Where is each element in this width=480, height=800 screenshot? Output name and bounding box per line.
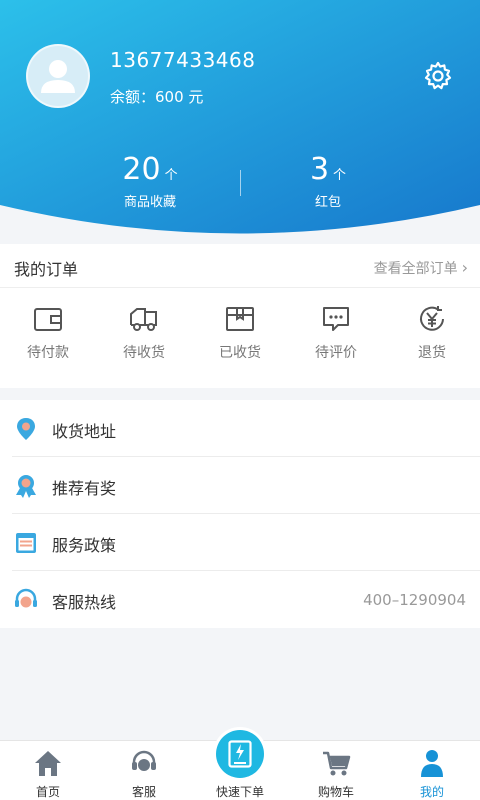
tab-me-label: 我的 (419, 785, 444, 799)
order-received[interactable]: 已收货 (192, 304, 288, 362)
quick-order-button[interactable] (216, 730, 264, 778)
order-pending-payment[interactable]: 待付款 (0, 304, 96, 362)
user-phone: 13677433468 (110, 48, 256, 72)
user-balance: 余额：600 元 (110, 88, 204, 106)
favorites-count: 20 (122, 152, 161, 187)
header-background (0, 0, 480, 234)
tab-cart-label: 购物车 (317, 785, 354, 799)
wallet-icon (34, 308, 62, 331)
home-icon (35, 751, 61, 776)
menu-referral-reward[interactable]: 推荐有奖 (0, 457, 480, 514)
order-received-label: 已收货 (219, 345, 261, 361)
menu-service-policy[interactable]: 服务政策 (0, 514, 480, 571)
red-packets-stat[interactable]: 3个 红包 (268, 152, 388, 210)
package-icon (226, 307, 254, 331)
profile-header: 13677433468 余额：600 元 20 个 商品收藏 3个 红包 (0, 0, 480, 244)
cart-icon (323, 751, 351, 776)
menu-service-policy-label: 服务政策 (52, 536, 117, 555)
service-menu: 收货地址 推荐有奖 服务政策 客服热线 400–1290904 (0, 400, 480, 628)
tab-cart[interactable]: 购物车 (288, 741, 384, 800)
headset-icon (15, 588, 37, 608)
user-icon (421, 750, 443, 777)
tab-customer-service[interactable]: 客服 (96, 741, 192, 800)
tab-customer-service-label: 客服 (131, 785, 156, 799)
order-pending-review[interactable]: 待评价 (288, 304, 384, 362)
red-packets-count: 3 (309, 152, 330, 187)
orders-title: 我的订单 (14, 260, 79, 279)
orders-header: 我的订单 查看全部订单 › (0, 244, 480, 288)
stats-divider (240, 170, 241, 196)
policy-icon (16, 533, 36, 553)
tab-me[interactable]: 我的 (384, 741, 480, 800)
chevron-right-icon: › (461, 258, 468, 277)
order-status-grid: 待付款 待收货 已收货 待评价 退货 (0, 304, 480, 362)
favorites-stat[interactable]: 20 个 商品收藏 (90, 152, 210, 210)
view-all-orders-link[interactable]: 查看全部订单 › (374, 258, 468, 278)
order-pending-review-label: 待评价 (315, 345, 357, 361)
tab-quick-order-label: 快速下单 (215, 785, 264, 799)
view-all-orders-label: 查看全部订单 (373, 261, 458, 277)
tab-home[interactable]: 首页 (0, 741, 96, 800)
orders-section: 我的订单 查看全部订单 › 待付款 待收货 已收货 待评价 退货 (0, 244, 480, 388)
refund-icon (420, 306, 444, 331)
red-packets-label: 红包 (314, 195, 341, 210)
location-icon (17, 418, 35, 440)
favorites-label: 商品收藏 (123, 195, 176, 210)
truck-icon (130, 308, 157, 331)
tab-home-label: 首页 (35, 785, 60, 799)
menu-shipping-address[interactable]: 收货地址 (0, 400, 480, 457)
favorites-unit: 个 (164, 168, 178, 183)
order-pending-payment-label: 待付款 (27, 345, 69, 361)
menu-referral-reward-label: 推荐有奖 (52, 479, 117, 498)
order-pending-receipt-label: 待收货 (123, 345, 165, 361)
menu-customer-hotline-label: 客服热线 (52, 593, 117, 612)
avatar[interactable] (26, 44, 90, 108)
order-refund-label: 退货 (418, 345, 446, 361)
order-refund[interactable]: 退货 (384, 304, 480, 362)
gear-icon[interactable] (422, 60, 454, 92)
red-packets-unit: 个 (333, 168, 347, 183)
headset-icon (132, 750, 156, 771)
menu-shipping-address-label: 收货地址 (52, 422, 117, 441)
award-icon (16, 475, 36, 498)
comment-icon (323, 307, 349, 331)
order-pending-receipt[interactable]: 待收货 (96, 304, 192, 362)
hotline-number[interactable]: 400–1290904 (363, 591, 466, 609)
default-avatar-icon (41, 60, 75, 93)
menu-customer-hotline[interactable]: 客服热线 400–1290904 (0, 571, 480, 628)
quick-order-icon (228, 740, 252, 768)
